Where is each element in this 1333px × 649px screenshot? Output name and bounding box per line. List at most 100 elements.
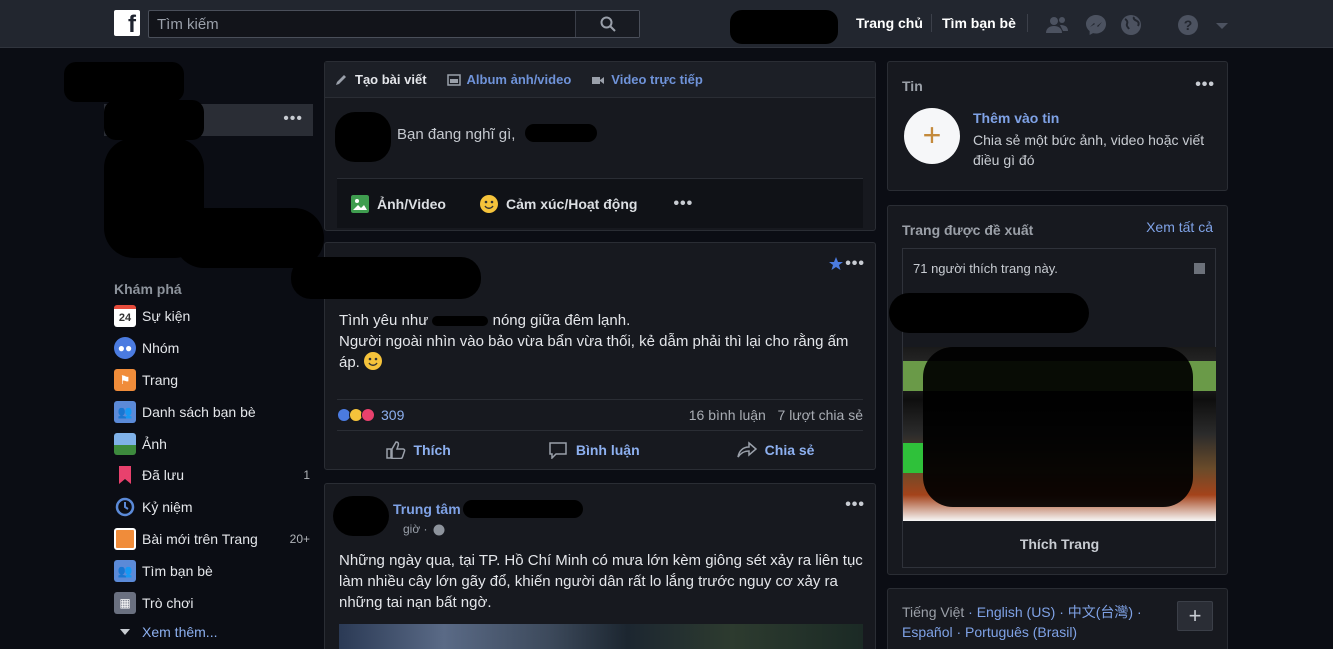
action-label: Ảnh/Video [377,195,446,212]
notifications-globe-icon[interactable] [1119,13,1143,37]
like-page-button[interactable]: Thích Trang [903,536,1216,552]
reactions-count[interactable]: 309 [381,407,404,423]
album-icon [446,73,461,86]
composer-more-button[interactable]: ••• [673,195,693,213]
language-link[interactable]: Português (Brasil) [965,624,1077,640]
sidebar-item-label: Kỷ niệm [142,499,193,515]
sidebar-item-memories[interactable]: Kỷ niệm [114,494,314,520]
avatar-redacted [335,112,391,162]
sidebar-item-photos[interactable]: Ảnh [114,431,314,457]
feeling-activity-button[interactable]: Cảm xúc/Hoạt động [479,194,637,213]
friend-requests-icon[interactable] [1045,13,1069,37]
photo-video-button[interactable]: Ảnh/Video [351,194,446,213]
language-link[interactable]: Español [902,624,953,640]
sidebar-item-label: Danh sách bạn bè [142,404,256,420]
find-friends-icon: 👥 [114,560,136,582]
composer-input[interactable]: Bạn đang nghĩ gì, [397,126,515,143]
pages-feed-icon [114,528,136,550]
avatar-redacted [333,496,389,536]
account-menu-chevron-down-icon[interactable] [1210,13,1234,37]
nav-separator [1027,14,1028,32]
name-redacted [525,124,597,142]
page-cover-image[interactable] [903,347,1216,521]
search-placeholder: Tìm kiếm [157,16,219,33]
sidebar-item-pages[interactable]: ⚑ Trang [114,367,314,393]
add-to-story-link[interactable]: Thêm vào tin [973,110,1059,126]
sidebar-profile-item[interactable]: ••• [104,100,313,140]
sidebar-item-label: Sự kiện [142,308,191,324]
chevron-down-icon [114,621,136,643]
comments-shares[interactable]: 16 bình luận 7 lượt chia sẻ [689,407,863,423]
sidebar-item-friend-lists[interactable]: 👥 Danh sách bạn bè [114,399,314,425]
suggested-page-card: 71 người thích trang này. Thích Trang [889,248,1216,568]
language-link[interactable]: English (US) [977,604,1056,620]
share-icon [736,441,757,458]
close-icon[interactable] [1194,263,1205,274]
share-button[interactable]: Chia sẻ [736,441,814,459]
current-language: Tiếng Việt [902,604,965,620]
action-label: Thích [413,442,451,458]
page-name-redacted [889,293,1089,333]
sidebar-item-saved[interactable]: Đã lưu 1 [114,462,314,488]
post-author-link[interactable]: Trung tâm [393,501,461,517]
facebook-logo-icon[interactable]: f [114,10,140,36]
language-list: Tiếng Việt · English (US) · 中文(台灣) · Esp… [902,604,1142,640]
comment-button[interactable]: Bình luận [548,441,640,459]
add-language-button[interactable]: + [1177,601,1213,631]
language-link[interactable]: 中文(台灣) [1068,604,1133,620]
sidebar-item-label: Tìm bạn bè [142,563,213,579]
composer-actions: Ảnh/Video Cảm xúc/Hoạt động ••• [337,178,863,228]
explore-section-title: Khám phá [114,281,182,297]
author-redacted [463,500,583,518]
svg-text:?: ? [1184,17,1193,33]
photo-icon [114,433,136,455]
tab-photo-album[interactable]: Album ảnh/video [446,72,572,87]
top-bar: f Tìm kiếm Trang chủ Tìm bạn bè ? [0,0,1333,48]
post-timestamp[interactable]: giờ · [403,522,428,536]
search-input[interactable]: Tìm kiếm [148,10,640,38]
tab-live-video[interactable]: Video trực tiếp [591,72,703,87]
profile-name-redacted[interactable] [730,10,838,44]
messenger-icon[interactable] [1084,13,1108,37]
post-text-part: nóng giữa đêm lạnh. [492,312,631,329]
sidebar-item-groups[interactable]: ●● Nhóm [114,335,314,361]
profile-name-redacted [104,100,204,140]
post-more-button[interactable]: ••• [845,255,865,273]
sidebar-more-button[interactable]: ••• [283,110,303,128]
help-icon[interactable]: ? [1176,13,1200,37]
star-icon[interactable] [829,257,843,271]
nav-separator [931,14,932,32]
tab-create-post[interactable]: Tạo bài viết [335,72,427,87]
search-button[interactable] [575,11,639,37]
sidebar-item-label: Trò chơi [142,595,194,611]
post-text-part: Người ngoài nhìn vào bảo vừa bẩn vừa thố… [339,333,849,371]
sidebar-see-more[interactable]: Xem thêm... [114,619,314,645]
tab-label: Album ảnh/video [466,72,572,87]
post-image[interactable] [339,624,863,649]
add-story-plus-icon[interactable]: + [904,108,960,164]
friend-list-icon: 👥 [114,401,136,423]
nav-find-friends-link[interactable]: Tìm bạn bè [942,15,1016,31]
sidebar-item-games[interactable]: ▦ Trò chơi [114,590,314,616]
sidebar-item-events[interactable]: 24 Sự kiện [114,303,314,329]
games-icon: ▦ [114,592,136,614]
tab-label: Tạo bài viết [355,72,427,87]
see-all-link[interactable]: Xem tất cả [1146,219,1213,235]
sidebar-item-find-friends[interactable]: 👥 Tìm bạn bè [114,558,314,584]
sidebar-item-label: Bài mới trên Trang [142,531,258,547]
languages-panel: Tiếng Việt · English (US) · 中文(台灣) · Esp… [887,588,1228,649]
author-redacted [291,257,481,299]
composer-tabs: Tạo bài viết Album ảnh/video Video trực … [325,62,875,98]
sidebar-item-label: Trang [142,372,179,388]
nav-home-link[interactable]: Trang chủ [856,15,923,31]
like-button[interactable]: Thích [385,441,451,459]
sidebar-item-pages-feed[interactable]: Bài mới trên Trang 20+ [114,526,314,552]
comments-count[interactable]: 16 bình luận [689,407,766,423]
cover-accent [903,443,923,473]
post-more-button[interactable]: ••• [845,496,865,514]
stories-more-button[interactable]: ••• [1195,76,1215,94]
shares-count[interactable]: 7 lượt chia sẻ [778,407,863,423]
comment-icon [549,442,567,459]
video-camera-icon [592,76,605,84]
globe-privacy-icon [433,524,445,536]
